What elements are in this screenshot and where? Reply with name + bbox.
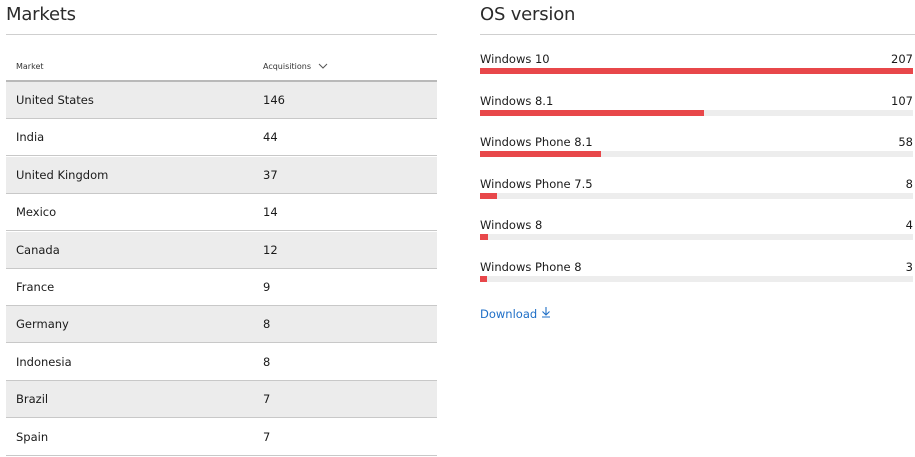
os-version-panel: OS version Windows 10 207 Windows 8.1 107 Wi… (478, 0, 915, 457)
market-name: Germany (16, 317, 69, 332)
os-version-bar-track (480, 68, 913, 74)
os-version-bar-track (480, 234, 913, 241)
column-header-acquisitions[interactable]: Acquisitions (263, 62, 328, 71)
markets-title: Markets (6, 4, 76, 25)
os-version-name: Windows Phone 8 (480, 260, 582, 274)
acquisitions-value: 12 (263, 242, 278, 257)
market-name: United States (16, 93, 94, 107)
os-version-name: Windows Phone 8.1 (480, 135, 593, 150)
column-header-acquisitions-label: Acquisitions (263, 62, 311, 71)
markets-panel: Markets Market Acquisitions United State… (6, 0, 440, 457)
acquisitions-value: 9 (263, 280, 271, 294)
table-row[interactable]: Germany 8 (6, 306, 437, 344)
os-version-count: 207 (891, 52, 913, 66)
acquisitions-value: 146 (263, 93, 285, 107)
os-version-item: Windows 8 4 (478, 218, 913, 258)
market-name: Mexico (16, 205, 57, 220)
os-version-title-divider (480, 34, 915, 35)
market-name: United Kingdom (16, 167, 109, 182)
os-version-name: Windows 8.1 (480, 93, 554, 108)
os-version-count: 107 (891, 93, 913, 108)
os-version-name: Windows 10 (480, 52, 550, 66)
os-version-count: 4 (905, 218, 913, 233)
acquisitions-value: 14 (263, 205, 278, 220)
table-row[interactable]: Brazil 7 (6, 381, 437, 419)
market-name: Indonesia (16, 354, 72, 369)
os-version-item: Windows Phone 7.5 8 (478, 177, 913, 217)
table-row[interactable]: Indonesia 8 (6, 344, 437, 381)
os-version-name: Windows Phone 7.5 (480, 176, 593, 191)
market-name: France (16, 280, 55, 294)
table-row[interactable]: Canada 12 (6, 231, 437, 269)
market-name: India (16, 130, 45, 145)
os-version-count: 58 (898, 135, 913, 150)
os-version-count: 3 (905, 260, 913, 274)
market-name: Brazil (16, 392, 49, 407)
os-version-bar-track (480, 276, 913, 282)
os-version-bar (480, 151, 602, 158)
os-version-bar-track (480, 192, 913, 199)
table-row[interactable]: France 9 (6, 269, 437, 306)
download-label: Download (480, 306, 538, 321)
table-row[interactable]: United Kingdom 37 (6, 156, 437, 194)
os-version-count: 8 (905, 176, 913, 191)
acquisitions-value: 8 (263, 317, 271, 332)
acquisitions-value: 8 (263, 354, 271, 369)
os-version-bar (480, 68, 913, 74)
download-arrow-icon (541, 306, 551, 321)
os-version-item: Windows 8.1 107 (478, 94, 913, 134)
table-row[interactable]: Mexico 14 (6, 194, 437, 232)
markets-title-divider (6, 34, 437, 35)
os-version-bar (480, 192, 497, 199)
os-version-item: Windows 10 207 (478, 52, 913, 92)
table-row[interactable]: Spain 7 (6, 419, 437, 456)
table-row[interactable]: India 44 (6, 119, 437, 157)
os-version-bar-track (480, 151, 913, 158)
acquisitions-value: 37 (263, 167, 278, 182)
os-version-item: Windows Phone 8.1 58 (478, 135, 913, 175)
acquisitions-value: 7 (263, 392, 271, 407)
os-version-bar-track (480, 109, 913, 116)
download-link[interactable]: Download (480, 306, 551, 321)
os-version-bar (480, 234, 489, 241)
os-version-bar (480, 276, 487, 282)
table-row[interactable]: United States 146 (6, 82, 437, 119)
os-version-bar (480, 109, 704, 116)
column-header-market[interactable]: Market (16, 62, 44, 71)
os-version-title: OS version (480, 4, 576, 25)
acquisitions-value: 44 (263, 130, 278, 145)
os-version-item: Windows Phone 8 3 (478, 260, 913, 300)
acquisitions-value: 7 (263, 429, 271, 444)
market-name: Canada (16, 242, 60, 257)
chevron-down-icon (318, 62, 328, 71)
os-version-name: Windows 8 (480, 218, 543, 233)
market-name: Spain (16, 429, 49, 444)
